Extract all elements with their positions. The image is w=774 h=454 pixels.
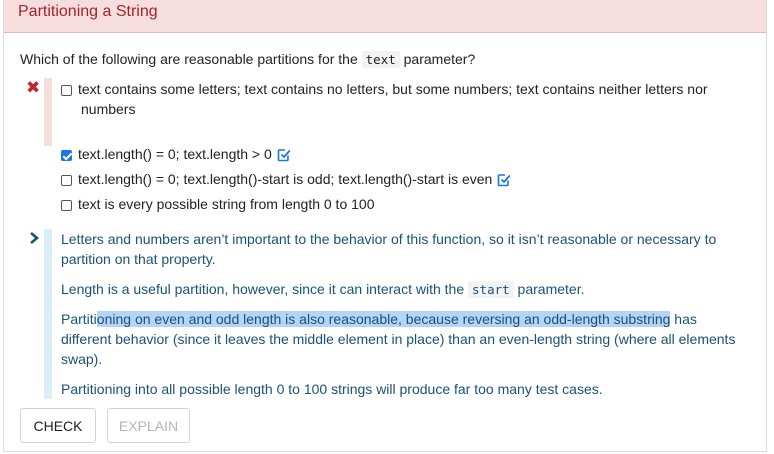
explanation-paragraph-1: Letters and numbers aren’t important to … <box>61 231 717 267</box>
explanation-paragraph-3: Partitioning on even and odd length is a… <box>61 311 736 367</box>
choice-3-label: text.length() = 0; text.length()-start i… <box>78 171 493 187</box>
checkbox-2[interactable] <box>61 150 72 161</box>
explanation-bar <box>44 229 52 399</box>
check-square-icon <box>277 149 291 162</box>
checkbox-3[interactable] <box>61 175 72 186</box>
checkbox-1[interactable] <box>61 85 72 96</box>
checkbox-4[interactable] <box>61 200 72 211</box>
question-text: Which of the following are reasonable pa… <box>20 51 476 68</box>
question-card: Partitioning a String Which of the follo… <box>3 0 767 452</box>
choice-3[interactable]: text.length() = 0; text.length()-start i… <box>61 169 511 189</box>
check-square-icon <box>498 174 511 187</box>
choice-2-label: text.length() = 0; text.length > 0 <box>78 146 272 162</box>
card-header: Partitioning a String <box>4 0 766 33</box>
choice-4-label: text is every possible string from lengt… <box>78 196 375 212</box>
explain-button[interactable]: EXPLAIN <box>107 408 190 443</box>
x-mark-icon: ✖ <box>26 78 41 97</box>
question-suffix: parameter? <box>403 51 476 67</box>
explanation-code: start <box>468 281 514 298</box>
page-title: Partitioning a String <box>18 3 158 20</box>
question-code: text <box>361 51 400 68</box>
question-prefix: Which of the following are reasonable pa… <box>20 51 358 67</box>
choice-1[interactable]: text contains some letters; text contain… <box>61 79 708 99</box>
choice-4[interactable]: text is every possible string from lengt… <box>61 194 374 214</box>
choice-1-line2: numbers <box>81 99 135 119</box>
choice-2[interactable]: text.length() = 0; text.length > 0 <box>61 144 291 164</box>
check-button[interactable]: CHECK <box>20 408 96 443</box>
choice-1-label: text contains some letters; text contain… <box>78 81 708 97</box>
explanation-paragraph-4: Partitioning into all possible length 0 … <box>61 381 603 397</box>
chevron-right-icon[interactable] <box>27 230 41 246</box>
choice-1-label-line2: numbers <box>81 101 136 117</box>
explanation-paragraph-2: Length is a useful partition, however, s… <box>61 281 585 298</box>
incorrect-bar <box>44 78 52 146</box>
text-selection: oning on even and odd length is also rea… <box>96 311 671 327</box>
